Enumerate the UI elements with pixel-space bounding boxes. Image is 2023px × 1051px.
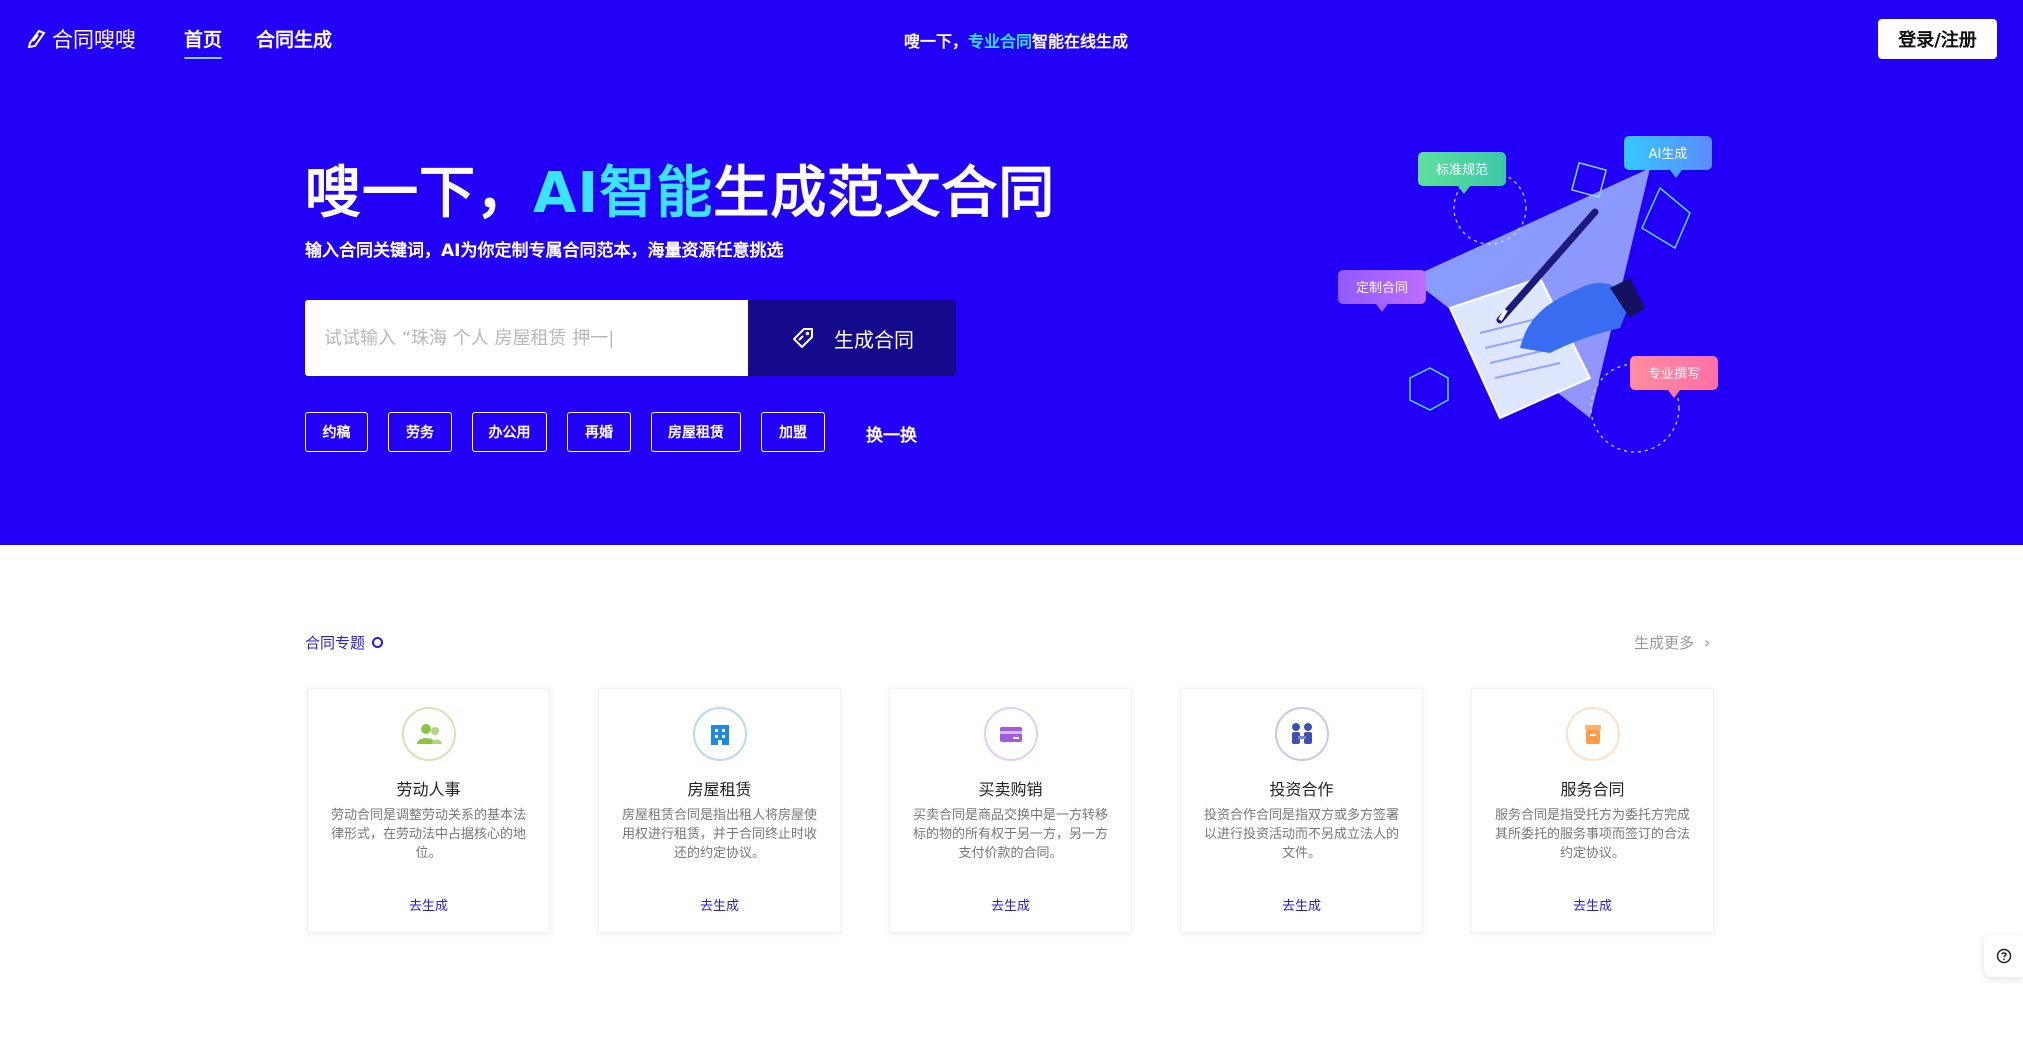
tag-icon — [793, 328, 813, 348]
people-icon — [401, 707, 456, 761]
handshake-icon — [1274, 707, 1329, 761]
headline-suffix: 生成范文合同 — [713, 161, 1056, 226]
building-icon — [692, 707, 747, 761]
topic-cards: 劳动人事 劳动合同是调整劳动关系的基本法律形式，在劳动法中占据核心的地位。 去生… — [307, 688, 1714, 933]
bubble-standard-label: 标准规范 — [1436, 163, 1488, 178]
go-generate-link[interactable]: 去生成 — [1181, 895, 1422, 914]
headline-prefix: 嗖一下， — [305, 161, 533, 226]
card-description: 房屋租赁合同是指出租人将房屋使用权进行租赁，并于合同终止时收还的约定协议。 — [621, 808, 817, 861]
card-title: 劳动人事 — [396, 780, 461, 799]
topic-card-labor[interactable]: 劳动人事 劳动合同是调整劳动关系的基本法律形式，在劳动法中占据核心的地位。 去生… — [307, 688, 550, 933]
go-generate-link[interactable]: 去生成 — [308, 895, 549, 914]
bubble-professional: 专业撰写 — [1630, 356, 1718, 398]
login-register-button[interactable]: 登录/注册 — [1878, 19, 1997, 59]
keyword-tag[interactable]: 再婚 — [567, 412, 631, 452]
keyword-tag[interactable]: 房屋租赁 — [651, 412, 741, 452]
bubble-custom: 定制合同 — [1338, 270, 1426, 312]
card-description: 投资合作合同是指双方或多方签署以进行投资活动而不另成立法人的文件。 — [1203, 808, 1399, 861]
chevron-right-icon: › — [1704, 633, 1711, 652]
box-icon — [1565, 707, 1620, 761]
section-title: 合同专题 — [305, 632, 384, 653]
logo-text: 合同嗖嗖 — [52, 28, 136, 52]
keyword-tag[interactable]: 办公用 — [472, 412, 547, 452]
bubble-professional-label: 专业撰写 — [1648, 367, 1700, 382]
card-icon — [983, 707, 1038, 761]
card-title: 投资合作 — [1269, 780, 1334, 799]
topic-card-rental[interactable]: 房屋租赁 房屋租赁合同是指出租人将房屋使用权进行租赁，并于合同终止时收还的约定协… — [598, 688, 841, 933]
refresh-tags-button[interactable]: 换一换 — [866, 421, 917, 446]
topic-card-investment[interactable]: 投资合作 投资合作合同是指双方或多方签署以进行投资活动而不另成立法人的文件。 去… — [1180, 688, 1423, 933]
slogan-highlight: 专业合同 — [968, 32, 1033, 51]
card-title: 服务合同 — [1560, 780, 1625, 799]
bubble-ai: AI生成 — [1624, 136, 1712, 178]
search-input[interactable] — [324, 327, 748, 349]
topic-card-service[interactable]: 服务合同 服务合同是指受托方为委托方完成其所委托的服务事项而签订的合法约定协议。… — [1471, 688, 1714, 933]
go-generate-link[interactable]: 去生成 — [599, 895, 840, 914]
nav-contract-generate[interactable]: 合同生成 — [256, 25, 332, 52]
generate-contract-button[interactable]: 生成合同 — [748, 300, 956, 376]
keyword-tag[interactable]: 加盟 — [761, 412, 825, 452]
card-description: 服务合同是指受托方为委托方完成其所委托的服务事项而签订的合法约定协议。 — [1494, 808, 1690, 861]
go-generate-link[interactable]: 去生成 — [890, 895, 1131, 914]
keyword-tag[interactable]: 劳务 — [388, 412, 452, 452]
section-title-text: 合同专题 — [305, 634, 366, 652]
generate-more-link[interactable]: 生成更多 › — [1634, 632, 1710, 653]
bubble-ai-label: AI生成 — [1649, 147, 1688, 162]
headline-highlight: AI智能 — [533, 161, 714, 226]
card-description: 买卖合同是商品交换中是一方转移标的物的所有权于另一方，另一方支付价款的合同。 — [912, 808, 1108, 861]
contract-illustration: 标准规范 AI生成 定制合同 专业撰写 — [1338, 136, 1718, 453]
generate-more-label: 生成更多 — [1634, 634, 1695, 652]
ring-icon — [372, 637, 384, 648]
top-slogan: 嗖一下，专业合同智能在线生成 — [904, 28, 1128, 52]
question-circle-icon — [1996, 948, 2011, 964]
slogan-prefix: 嗖一下， — [904, 32, 969, 51]
keyword-tags: 约稿 劳务 办公用 再婚 房屋租赁 加盟 — [305, 412, 845, 452]
go-generate-link[interactable]: 去生成 — [1472, 895, 1713, 914]
card-title: 房屋租赁 — [687, 780, 752, 799]
keyword-tag[interactable]: 约稿 — [305, 412, 368, 452]
help-button[interactable] — [1984, 935, 2023, 977]
card-title: 买卖购销 — [978, 780, 1043, 799]
search-box — [305, 300, 748, 376]
generate-contract-label: 生成合同 — [834, 327, 914, 352]
hero-subline: 输入合同关键词，AI为你定制专属合同范本，海量资源任意挑选 — [305, 241, 784, 261]
topic-card-trade[interactable]: 买卖购销 买卖合同是商品交换中是一方转移标的物的所有权于另一方，另一方支付价款的… — [889, 688, 1132, 933]
logo[interactable]: 合同嗖嗖 — [26, 24, 136, 54]
hero-headline: 嗖一下，AI智能生成范文合同 — [305, 148, 1055, 229]
card-description: 劳动合同是调整劳动关系的基本法律形式，在劳动法中占据核心的地位。 — [330, 808, 526, 861]
logo-icon — [27, 29, 46, 49]
hero-banner: 合同嗖嗖 首页 合同生成 嗖一下，专业合同智能在线生成 登录/注册 嗖一下，AI… — [0, 0, 2023, 545]
bubble-custom-label: 定制合同 — [1356, 281, 1408, 296]
slogan-suffix: 智能在线生成 — [1032, 32, 1129, 51]
nav-home[interactable]: 首页 — [184, 25, 223, 59]
bubble-standard: 标准规范 — [1418, 152, 1506, 194]
